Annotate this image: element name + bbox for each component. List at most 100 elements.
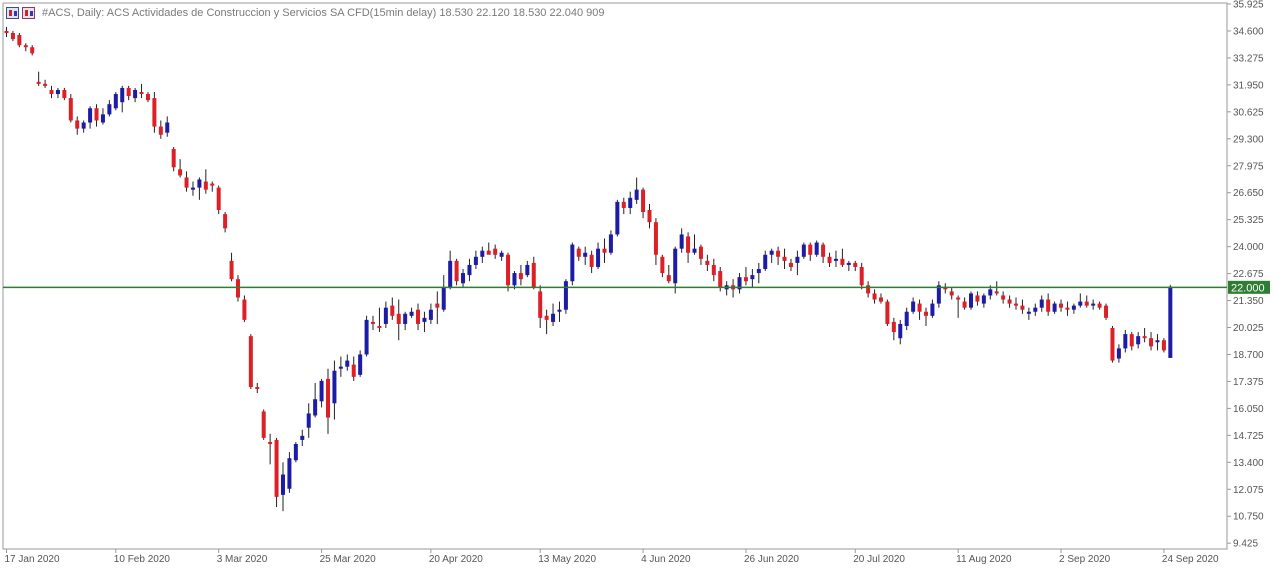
y-tick-label: 14.725: [1233, 431, 1264, 442]
candlestick-chart[interactable]: 35.925 34.600 33.275 31.950 30.625 29.300 27.9…: [0, 0, 1280, 571]
candle-body: [139, 91, 144, 95]
candle-body: [544, 315, 549, 320]
candle-body: [1026, 311, 1031, 314]
candle-body: [1142, 336, 1147, 339]
candle-body: [326, 378, 330, 418]
candle-body: [969, 293, 973, 308]
candle-body: [68, 98, 73, 121]
candle-body: [43, 83, 48, 86]
candle-body: [152, 98, 157, 127]
candle-body: [531, 262, 536, 288]
y-tick-label: 18.700: [1233, 350, 1264, 361]
candle: [801, 242, 806, 259]
chart-template-icon[interactable]: [22, 7, 35, 19]
candle: [261, 409, 266, 440]
candle-body: [4, 30, 9, 33]
candle-body: [371, 321, 376, 324]
candle-body: [1059, 303, 1064, 308]
y-tick-label: 21.350: [1233, 296, 1264, 307]
candle: [68, 94, 73, 123]
candle-body: [1084, 301, 1089, 306]
candle-body: [441, 287, 446, 310]
candle-body: [795, 256, 800, 263]
candle-body: [930, 303, 935, 316]
x-tick-label: 10 Feb 2020: [114, 554, 171, 565]
chart-window-icon[interactable]: [6, 7, 19, 19]
candle-body: [126, 87, 131, 97]
candle-body: [1046, 299, 1051, 312]
candle-body: [673, 248, 678, 284]
candle-body: [615, 201, 620, 235]
candle-body: [454, 260, 459, 282]
candle-body: [570, 244, 575, 282]
candle-body: [525, 264, 530, 276]
y-tick-label: 24.000: [1233, 242, 1264, 253]
candle-body: [1039, 299, 1044, 308]
y-tick-label: 12.075: [1233, 485, 1264, 496]
candle-body: [994, 291, 999, 294]
candle-body: [62, 89, 67, 99]
candle-body: [75, 120, 80, 129]
candle-body: [480, 250, 485, 257]
chart-header: #ACS, Daily: ACS Actividades de Construc…: [6, 4, 605, 22]
candle-body: [1007, 299, 1012, 304]
y-tick-label: 26.650: [1233, 188, 1264, 199]
candle: [248, 334, 253, 390]
candle-body: [711, 264, 716, 276]
candle-body: [351, 364, 356, 377]
candle: [615, 199, 620, 237]
candle-body: [538, 291, 543, 318]
candle-body: [1168, 286, 1173, 358]
candle-body: [313, 399, 318, 416]
candle-body: [338, 366, 343, 369]
candle-body: [923, 311, 928, 316]
candle-body: [145, 94, 150, 101]
candle: [17, 32, 22, 48]
candle-body: [821, 244, 826, 257]
candle-body: [1161, 340, 1166, 351]
candle-body: [403, 313, 408, 324]
candle-body: [911, 301, 916, 312]
candle-body: [551, 313, 556, 322]
candle-body: [949, 291, 954, 296]
candle-body: [268, 441, 273, 444]
candle-body: [885, 301, 890, 324]
candle-body: [383, 307, 388, 324]
candle-body: [776, 250, 781, 257]
candle-body: [782, 256, 787, 261]
candle-body: [743, 277, 748, 282]
candle-body: [1065, 307, 1070, 310]
chart-title: #ACS, Daily: ACS Actividades de Construc…: [42, 7, 605, 19]
candle: [364, 315, 369, 357]
candle-body: [88, 108, 93, 123]
candle: [1161, 338, 1166, 353]
candle-body: [120, 87, 125, 103]
candle-body: [608, 234, 613, 253]
candle-body: [975, 295, 980, 302]
candle-body: [493, 248, 498, 255]
candle-body: [216, 187, 221, 211]
candle-body: [1071, 305, 1076, 310]
candle-body: [846, 262, 851, 265]
candle-body: [486, 250, 491, 255]
candle-body: [113, 94, 118, 109]
candle-body: [808, 244, 813, 255]
candle: [969, 291, 973, 310]
candle-body: [1097, 303, 1102, 308]
candle-body: [981, 295, 986, 304]
y-tick-label: 16.050: [1233, 404, 1264, 415]
candle-body: [293, 443, 298, 461]
candle-body: [866, 285, 871, 294]
y-tick-label: 33.275: [1233, 53, 1264, 64]
candle-body: [1091, 303, 1096, 306]
candle-body: [506, 254, 511, 286]
candle-body: [473, 256, 478, 265]
candle-body: [10, 32, 15, 40]
y-tick-label: 31.950: [1233, 80, 1264, 91]
candle-body: [1123, 334, 1128, 349]
candle-body: [705, 260, 710, 265]
candle-body: [210, 183, 215, 186]
candle-body: [589, 254, 594, 267]
candle-body: [274, 439, 279, 497]
candle-body: [364, 319, 369, 355]
